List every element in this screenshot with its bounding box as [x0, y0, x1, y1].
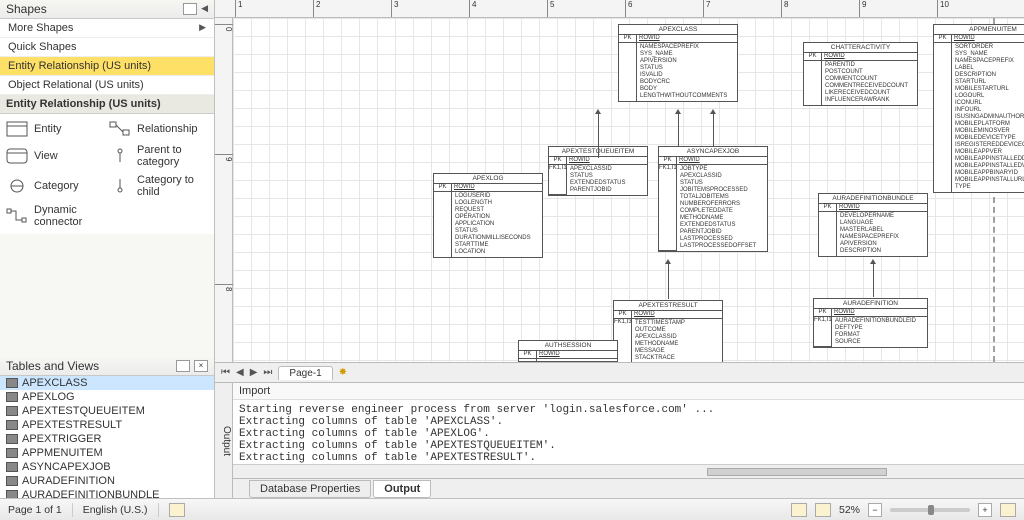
shapes-collapse-icon[interactable]	[183, 3, 197, 15]
menu-entity-relationship[interactable]: Entity Relationship (US units)	[0, 57, 214, 76]
table-item[interactable]: APEXLOG	[0, 390, 214, 404]
tab-output[interactable]: Output	[373, 480, 431, 498]
dynamic-connector-icon	[6, 207, 28, 225]
entity-auradefinition[interactable]: AURADEFINITIONPKROWIDFK1,I1AURADEFINITIO…	[813, 298, 928, 348]
entity-auradefinitionbundle[interactable]: AURADEFINITIONBUNDLEPKROWIDDEVELOPERNAME…	[818, 193, 928, 257]
table-icon	[6, 490, 18, 499]
left-pane: Shapes ◀ More Shapes▶ Quick Shapes Entit…	[0, 0, 215, 498]
table-item[interactable]: AURADEFINITION	[0, 474, 214, 488]
table-item[interactable]: APEXTESTQUEUEITEM	[0, 404, 214, 418]
diagram-canvas[interactable]: APEXCLASSPKROWIDNAMESPACEPREFIXSYS_NAMEA…	[233, 18, 1024, 362]
table-icon	[6, 476, 18, 486]
view-icon	[6, 147, 28, 165]
nav-next-icon[interactable]: ▶	[250, 367, 258, 378]
nav-prev-icon[interactable]: ◀	[236, 367, 244, 378]
entity-appmenuitem[interactable]: APPMENUITEMPKROWIDSORTORDERSYS_NAMENAMES…	[933, 24, 1024, 193]
stencil-entity[interactable]: Entity	[6, 120, 105, 138]
table-icon	[6, 378, 18, 388]
category-to-child-icon	[109, 177, 131, 195]
stencil-view[interactable]: View	[6, 144, 105, 168]
tables-close-icon[interactable]: ×	[194, 360, 208, 372]
entity-authsession[interactable]: AUTHSESSIONPKROWID	[518, 340, 618, 362]
add-page-icon[interactable]: ✸	[339, 367, 347, 378]
output-text[interactable]: Starting reverse engineer process from s…	[233, 400, 1024, 464]
table-icon	[6, 406, 18, 416]
table-item[interactable]: APEXTESTRESULT	[0, 418, 214, 432]
entity-chatteractivity[interactable]: CHATTERACTIVITYPKROWIDPARENTIDPOSTCOUNTC…	[803, 42, 918, 106]
stencil-category[interactable]: Category	[6, 174, 105, 198]
stencil-relationship[interactable]: Relationship	[109, 120, 208, 138]
table-item[interactable]: APEXTRIGGER	[0, 432, 214, 446]
macro-record-icon[interactable]	[169, 503, 185, 517]
entity-apextestresult[interactable]: APEXTESTRESULTPKROWIDFK1,I3TESTTIMESTAMP…	[613, 300, 723, 362]
nav-last-icon[interactable]: ⏭	[263, 367, 272, 378]
table-item[interactable]: ASYNCAPEXJOB	[0, 460, 214, 474]
entity-apexclass[interactable]: APEXCLASSPKROWIDNAMESPACEPREFIXSYS_NAMEA…	[618, 24, 738, 102]
view-mode-icon-1[interactable]	[791, 503, 807, 517]
zoom-in-button[interactable]: +	[978, 503, 992, 517]
table-icon	[6, 420, 18, 430]
status-page: Page 1 of 1	[8, 504, 62, 516]
ruler-horizontal: 12345678910	[215, 0, 1024, 18]
status-zoom: 52%	[839, 504, 860, 516]
fit-window-icon[interactable]	[1000, 503, 1016, 517]
tables-views-list[interactable]: APEXCLASSAPEXLOGAPEXTESTQUEUEITEMAPEXTES…	[0, 376, 214, 499]
zoom-slider[interactable]	[890, 508, 970, 512]
nav-first-icon[interactable]: ⏮	[221, 367, 230, 378]
entity-icon	[6, 120, 28, 138]
menu-quick-shapes[interactable]: Quick Shapes	[0, 38, 214, 57]
page-tab[interactable]: Page-1	[278, 366, 332, 380]
stencil-category-to-child[interactable]: Category to child	[109, 174, 208, 198]
table-icon	[6, 434, 18, 444]
tab-database-properties[interactable]: Database Properties	[249, 480, 371, 498]
output-panel: Output Import Starting reverse engineer …	[215, 382, 1024, 498]
menu-more-shapes[interactable]: More Shapes▶	[0, 19, 214, 38]
table-icon	[6, 462, 18, 472]
scrollbar-thumb[interactable]	[707, 468, 887, 476]
ruler-vertical: 098	[215, 18, 233, 362]
output-title: Import	[233, 383, 1024, 400]
tables-views-label: Tables and Views	[6, 359, 99, 373]
stencil-dynamic-connector[interactable]: Dynamic connector	[6, 204, 105, 228]
shape-category-menu: More Shapes▶ Quick Shapes Entity Relatio…	[0, 19, 214, 95]
category-icon	[6, 177, 28, 195]
table-icon	[6, 392, 18, 402]
stencil-grid: Entity Relationship View Parent to categ…	[0, 114, 214, 234]
table-item[interactable]: APEXCLASS	[0, 376, 214, 390]
relationship-icon	[109, 120, 131, 138]
shapes-header: Shapes ◀	[0, 0, 214, 19]
view-mode-icon-2[interactable]	[815, 503, 831, 517]
shapes-chevron-icon[interactable]: ◀	[201, 3, 208, 15]
output-horizontal-scrollbar[interactable]	[233, 464, 1024, 478]
table-icon	[6, 448, 18, 458]
output-side-tab[interactable]: Output	[215, 383, 233, 498]
status-bar: Page 1 of 1 English (U.S.) 52% − +	[0, 498, 1024, 520]
stencil-parent-to-category[interactable]: Parent to category	[109, 144, 208, 168]
shapes-header-label: Shapes	[6, 2, 47, 16]
table-item[interactable]: AURADEFINITIONBUNDLE	[0, 488, 214, 499]
tables-views-header: Tables and Views ×	[0, 357, 214, 376]
zoom-out-button[interactable]: −	[868, 503, 882, 517]
stencil-title: Entity Relationship (US units)	[0, 95, 214, 114]
status-language: English (U.S.)	[83, 504, 148, 516]
page-tab-bar: ⏮ ◀ ▶ ⏭ Page-1 ✸	[215, 362, 1024, 382]
table-item[interactable]: APPMENUITEM	[0, 446, 214, 460]
canvas-area: 12345678910 098 APEXCLASSPKROWIDNAMESPAC…	[215, 0, 1024, 498]
entity-apexlog[interactable]: APEXLOGPKROWIDLOGUSERIDLOGLENGTHREQUESTO…	[433, 173, 543, 258]
chevron-right-icon: ▶	[199, 22, 206, 34]
parent-to-category-icon	[109, 147, 131, 165]
tables-collapse-icon[interactable]	[176, 360, 190, 372]
menu-object-relational[interactable]: Object Relational (US units)	[0, 76, 214, 95]
output-bottom-tabs: Database Properties Output	[233, 478, 1024, 498]
zoom-slider-thumb[interactable]	[928, 505, 934, 515]
entity-asyncapexjob[interactable]: ASYNCAPEXJOBPKROWIDFK1,I1JOBTYPEAPEXCLAS…	[658, 146, 768, 252]
